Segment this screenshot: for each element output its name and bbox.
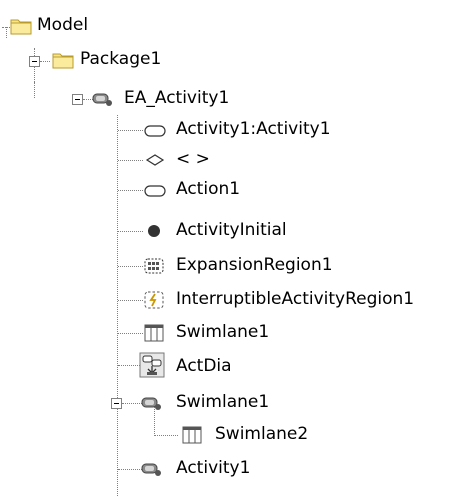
tree-item-label: Swimlane1 <box>176 322 270 342</box>
folder-icon <box>10 17 32 35</box>
tree-item-expansion-region1[interactable]: ExpansionRegion1 <box>0 251 360 281</box>
tree-item-label: < > <box>176 149 210 169</box>
tree-item-action1[interactable]: Action1 <box>0 175 300 205</box>
tree-item-swimlane1-activity[interactable]: Swimlane1 <box>0 386 300 416</box>
activity-icon <box>92 90 114 108</box>
swimlane-icon <box>181 425 203 445</box>
tree-item-label: Swimlane1 <box>176 392 270 412</box>
tree-item-label: Model <box>37 15 89 35</box>
collapse-toggle-icon[interactable] <box>111 398 122 409</box>
action-icon <box>144 123 166 139</box>
tree-item-activity1-activity1[interactable]: Activity1:Activity1 <box>0 115 420 145</box>
swimlane-icon <box>143 323 165 343</box>
action-icon <box>144 183 166 199</box>
initial-node-icon <box>146 223 164 241</box>
tree-item-label: Package1 <box>80 49 162 69</box>
folder-icon <box>52 51 74 69</box>
diagram-icon <box>139 352 165 378</box>
tree-item-label: ActDia <box>176 356 232 376</box>
tree-item-label: InterruptibleActivityRegion1 <box>176 289 415 309</box>
tree-item-label: Action1 <box>176 179 241 199</box>
expansion-region-icon <box>143 257 165 275</box>
decision-icon <box>145 153 165 167</box>
activity-icon <box>141 460 163 478</box>
tree-item-activity-initial[interactable]: ActivityInitial <box>0 216 340 246</box>
collapse-toggle-icon[interactable] <box>29 56 40 67</box>
tree-item-label: Activity1 <box>176 458 251 478</box>
tree-item-label: Swimlane2 <box>215 424 309 444</box>
tree-item-model[interactable]: Model <box>0 10 200 40</box>
collapse-toggle-icon[interactable] <box>72 94 83 105</box>
tree-item-activity1[interactable]: Activity1 <box>0 453 300 483</box>
tree-item-package1[interactable]: Package1 <box>0 42 220 72</box>
tree-item-label: ActivityInitial <box>176 220 287 240</box>
interruptible-region-icon <box>143 290 165 310</box>
tree-item-decision[interactable]: < > <box>0 145 300 175</box>
model-tree: Model Package1 EA_Activity1 Activity1:Ac… <box>0 0 458 496</box>
tree-item-ea-activity1[interactable]: EA_Activity1 <box>0 82 300 112</box>
tree-item-swimlane2[interactable]: Swimlane2 <box>0 420 340 450</box>
tree-item-label: EA_Activity1 <box>124 88 230 108</box>
tree-item-label: ExpansionRegion1 <box>176 255 333 275</box>
tree-item-swimlane1-partition[interactable]: Swimlane1 <box>0 318 300 348</box>
activity-icon <box>141 394 163 412</box>
tree-item-label: Activity1:Activity1 <box>176 119 331 139</box>
tree-item-interruptible-region1[interactable]: InterruptibleActivityRegion1 <box>0 285 458 315</box>
tree-item-actdia[interactable]: ActDia <box>0 350 300 380</box>
